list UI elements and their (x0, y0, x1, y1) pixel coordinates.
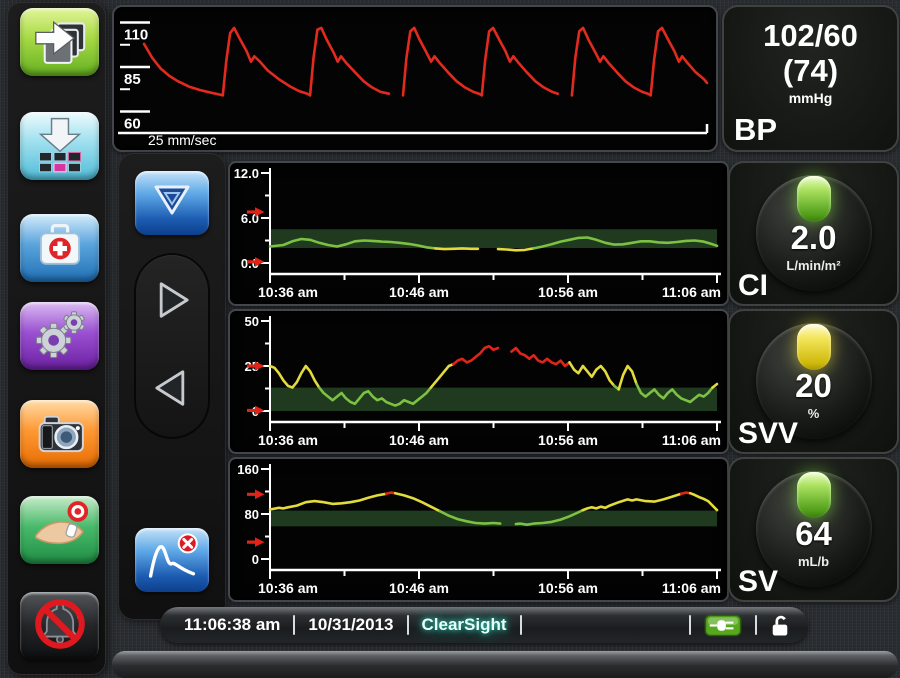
bottom-bezel (112, 651, 898, 678)
svv-gauge-panel[interactable]: 20 % SVV (728, 309, 899, 454)
divider (293, 615, 295, 635)
divider (407, 615, 409, 635)
svg-text:10:36 am: 10:36 am (258, 432, 318, 448)
svg-text:11:06 am: 11:06 am (662, 432, 721, 448)
clinical-actions-icon (32, 218, 88, 279)
finger-cuff-button[interactable] (20, 496, 99, 564)
svg-text:10:56 am: 10:56 am (538, 284, 598, 300)
open-padlock-icon[interactable] (770, 613, 790, 638)
svg-text:85: 85 (124, 71, 141, 88)
divider (689, 615, 691, 635)
svg-text:10:46 am: 10:46 am (389, 284, 449, 300)
triangle-left-icon (146, 362, 198, 419)
ci-status-indicator (797, 176, 831, 222)
ci-gauge-knob: 2.0 L/min/m² (756, 175, 872, 291)
silence-alarms-icon (31, 595, 89, 658)
ci-trend-panel[interactable]: 12.06.00.010:36 am10:46 am10:56 am11:06 … (228, 161, 729, 306)
divider (520, 615, 522, 635)
svg-text:11:06 am: 11:06 am (662, 284, 721, 300)
clock-time: 11:06:38 am (184, 615, 280, 635)
ci-value: 2.0 (756, 219, 872, 257)
svg-text:160: 160 (237, 462, 259, 477)
svg-text:10:46 am: 10:46 am (389, 432, 449, 448)
ci-trend-chart: 12.06.00.010:36 am10:46 am10:56 am11:06 … (230, 163, 723, 300)
screen-navigation-button[interactable] (20, 8, 99, 76)
clock-date: 10/31/2013 (308, 615, 393, 635)
settings-gears-icon (32, 306, 88, 367)
svv-trend-chart: 5025010:36 am10:46 am10:56 am11:06 am (230, 311, 723, 448)
clinical-actions-button[interactable] (20, 214, 99, 282)
svg-text:110: 110 (124, 27, 148, 44)
svg-text:10:36 am: 10:36 am (258, 284, 318, 300)
svg-text:10:56 am: 10:56 am (538, 432, 598, 448)
svg-text:60: 60 (124, 115, 141, 132)
sv-gauge-panel[interactable]: 64 mL/b SV (728, 457, 899, 602)
svv-trend-panel[interactable]: 5025010:36 am10:46 am10:56 am11:06 am (228, 309, 729, 454)
sv-trend-chart: 160 80 0 10:36 am 10:46 am 10:56 am 11:06 am (230, 459, 723, 596)
bp-label: BP (734, 112, 777, 148)
hide-waveform-button[interactable] (135, 528, 209, 592)
finger-cuff-icon (32, 500, 88, 561)
sv-trend-panel[interactable]: 160 80 0 10:36 am 10:46 am 10:56 am 11:06 am (228, 457, 729, 602)
trend-scroll-group (134, 253, 210, 439)
ci-gauge-panel[interactable]: 2.0 L/min/m² CI (728, 161, 899, 306)
waveform-close-icon (145, 533, 199, 588)
svg-text:11:06 am: 11:06 am (662, 580, 721, 596)
product-name: ClearSight (422, 615, 507, 635)
bp-unit: mmHg (724, 89, 897, 107)
sv-status-indicator (797, 472, 831, 518)
snapshot-camera-icon (32, 404, 88, 465)
triangle-down-icon (148, 181, 196, 226)
sv-value: 64 (756, 515, 872, 553)
ci-label: CI (738, 269, 768, 303)
ac-power-plug-icon (704, 614, 742, 637)
bp-waveform-panel[interactable]: 110 85 60 25 mm/sec (112, 5, 718, 152)
monitor-screen: 110 85 60 25 mm/sec 102/60 (74) mmHg BP (0, 0, 900, 678)
svg-text:10:56 am: 10:56 am (538, 580, 598, 596)
silence-alarms-button[interactable] (20, 592, 99, 660)
scroll-forward-button[interactable] (142, 267, 202, 337)
svv-label: SVV (738, 417, 798, 451)
svv-status-indicator (797, 324, 831, 370)
bp-waveform-chart: 110 85 60 (114, 7, 712, 138)
sidebar (7, 2, 106, 675)
trend-controls (118, 153, 226, 620)
svg-text:12.0: 12.0 (234, 166, 259, 181)
settings-button[interactable] (20, 302, 99, 370)
svg-text:10:36 am: 10:36 am (258, 580, 318, 596)
ci-unit: L/min/m² (756, 258, 872, 273)
scroll-back-button[interactable] (142, 355, 202, 425)
bp-value-panel[interactable]: 102/60 (74) mmHg BP (722, 5, 899, 152)
snapshot-button[interactable] (20, 400, 99, 468)
svg-text:0: 0 (252, 552, 259, 567)
divider (755, 615, 757, 635)
svg-text:10:46 am: 10:46 am (389, 580, 449, 596)
screen-navigation-icon (32, 12, 88, 73)
svg-text:50: 50 (245, 314, 259, 329)
status-bar: 11:06:38 am 10/31/2013 ClearSight (160, 607, 808, 643)
bp-mean-value: (74) (724, 53, 897, 89)
expand-trends-button[interactable] (135, 171, 209, 235)
sv-label: SV (738, 565, 778, 599)
screen-select-button[interactable] (20, 112, 99, 180)
svg-text:80: 80 (245, 507, 259, 522)
bp-value: 102/60 (724, 19, 897, 53)
sweep-speed-label: 25 mm/sec (148, 132, 216, 148)
screen-select-icon (32, 115, 88, 178)
svv-value: 20 (756, 367, 872, 405)
triangle-right-icon (146, 274, 198, 331)
